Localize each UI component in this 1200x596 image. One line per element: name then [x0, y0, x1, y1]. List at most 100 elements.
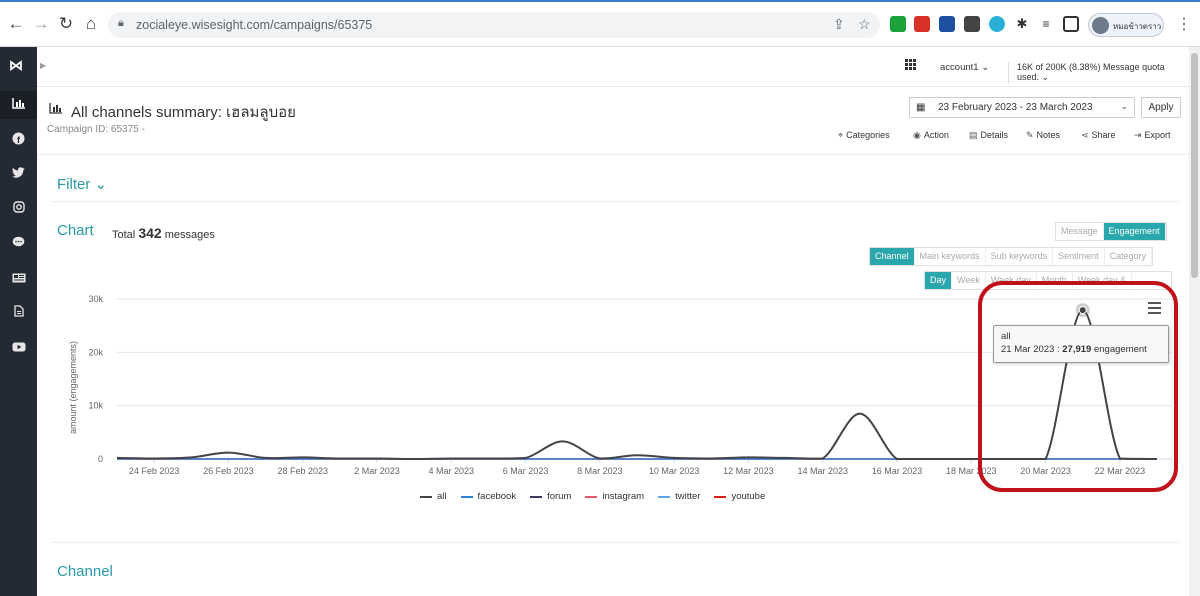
profile-chip[interactable]: หมอข้าวตราว: [1088, 13, 1164, 37]
extension-grid-icon[interactable]: [939, 16, 955, 32]
tag-icon: ⌖: [838, 130, 844, 140]
url-text: zocialeye.wisesight.com/campaigns/65375: [136, 18, 373, 32]
x-tick-label: 14 Mar 2023: [797, 466, 848, 476]
y-tick-label: 10k: [88, 401, 103, 411]
facebook-icon[interactable]: f: [10, 132, 27, 149]
legend-item-instagram[interactable]: instagram: [585, 491, 644, 502]
sidebar-expand-icon[interactable]: ▶: [40, 61, 46, 70]
extension-line-icon[interactable]: [890, 16, 906, 32]
bar-chart-icon: [49, 102, 63, 117]
lock-icon: 🔒︎: [118, 17, 124, 29]
x-tick-label: 10 Mar 2023: [649, 466, 700, 476]
forward-icon[interactable]: →: [31, 14, 51, 34]
legend-swatch: [420, 495, 432, 498]
extension-chat-icon[interactable]: [989, 16, 1005, 32]
page-title: All channels summary: เฮลมลูบอย: [71, 104, 296, 121]
browser-menu-icon[interactable]: ⋮: [1176, 14, 1192, 34]
categories-button[interactable]: ⌖ Categories: [838, 130, 890, 141]
share-button[interactable]: ⋖ Share: [1081, 130, 1116, 141]
home-icon[interactable]: ⌂: [81, 14, 101, 34]
legend-item-twitter[interactable]: twitter: [658, 491, 700, 502]
document-icon: ▤: [969, 130, 978, 140]
address-bar[interactable]: 🔒︎ zocialeye.wisesight.com/campaigns/653…: [108, 12, 880, 38]
divider: [37, 154, 1189, 155]
x-tick-label: 28 Feb 2023: [277, 466, 328, 476]
legend-item-all[interactable]: all: [420, 491, 447, 502]
filter-toggle[interactable]: Filter ⌄: [57, 175, 107, 193]
annotation-highlight: [978, 281, 1178, 492]
extensions-puzzle-icon[interactable]: ✱: [1014, 16, 1030, 32]
legend-label: twitter: [675, 491, 701, 502]
channel-toggle[interactable]: Channel: [870, 248, 915, 265]
divider: [50, 542, 1180, 543]
document-icon[interactable]: [10, 305, 27, 322]
legend-swatch: [460, 495, 473, 498]
avatar: [1092, 17, 1109, 34]
app-logo[interactable]: ⋈: [9, 57, 23, 74]
apps-grid-icon[interactable]: [905, 59, 917, 71]
action-button[interactable]: ◉ Action: [913, 130, 949, 141]
twitter-icon[interactable]: [10, 166, 27, 183]
category-toggle[interactable]: Category: [1104, 248, 1153, 265]
profile-name: หมอข้าวตราว: [1113, 22, 1162, 31]
total-prefix: Total: [112, 229, 136, 241]
x-tick-label: 2 Mar 2023: [354, 466, 400, 476]
bookmark-star-icon[interactable]: ☆: [858, 16, 871, 33]
notes-label: Notes: [1036, 130, 1061, 140]
side-panel-icon[interactable]: [1063, 16, 1079, 32]
extension-record-icon[interactable]: [914, 16, 930, 32]
extension-gear-icon[interactable]: [964, 16, 980, 32]
instagram-icon[interactable]: [10, 201, 27, 218]
back-icon[interactable]: ←: [6, 14, 26, 34]
metric-toggle: Message Engagement: [1055, 222, 1167, 241]
action-label: Action: [923, 130, 949, 140]
scrollbar-thumb[interactable]: [1191, 53, 1198, 278]
legend-swatch: [530, 495, 543, 498]
sentiment-toggle[interactable]: Sentiment: [1053, 248, 1105, 265]
categories-label: Categories: [846, 130, 890, 140]
account-dropdown[interactable]: account1 ⌄: [940, 62, 989, 73]
x-tick-label: 24 Feb 2023: [129, 466, 180, 476]
legend-item-youtube[interactable]: youtube: [714, 491, 765, 502]
x-tick-label: 8 Mar 2023: [577, 466, 623, 476]
y-tick-label: 0: [98, 454, 103, 464]
pencil-icon: ✎: [1026, 130, 1034, 140]
legend-item-forum[interactable]: forum: [530, 491, 571, 502]
campaign-id: Campaign ID: 65375 -: [47, 124, 145, 135]
media-queue-icon[interactable]: ≡: [1038, 16, 1054, 32]
date-range-picker[interactable]: ▦ 23 February 2023 - 23 March 2023 ⌄: [909, 97, 1135, 118]
details-button[interactable]: ▤ Details: [969, 130, 1008, 141]
total-messages: Total 342 messages: [112, 225, 215, 241]
share-icon: ⋖: [1081, 130, 1089, 140]
youtube-icon[interactable]: [10, 340, 27, 357]
legend-item-facebook[interactable]: facebook: [460, 491, 517, 502]
x-tick-label: 12 Mar 2023: [723, 466, 774, 476]
page-scrollbar[interactable]: [1189, 47, 1200, 596]
y-tick-label: 20k: [88, 347, 103, 357]
share-page-icon[interactable]: ⇪: [833, 16, 845, 33]
x-tick-label: 6 Mar 2023: [503, 466, 549, 476]
y-tick-label: 30k: [88, 294, 103, 304]
notes-button[interactable]: ✎ Notes: [1026, 130, 1060, 141]
sub-keywords-toggle[interactable]: Sub keywords: [985, 248, 1054, 265]
total-count: 342: [138, 225, 162, 241]
details-label: Details: [980, 130, 1009, 140]
news-icon[interactable]: [10, 271, 27, 288]
legend-swatch: [658, 495, 671, 498]
chart-legend: all facebook forum instagram twitter youtube: [420, 491, 765, 502]
play-circle-icon: ◉: [913, 130, 921, 140]
legend-label: facebook: [477, 491, 517, 502]
quota-dropdown[interactable]: 16K of 200K (8.38%) Message quota used. …: [1008, 62, 1189, 83]
apply-button[interactable]: Apply: [1141, 97, 1181, 118]
message-toggle[interactable]: Message: [1056, 223, 1104, 240]
divider: [50, 201, 1180, 202]
reload-icon[interactable]: ↻: [56, 14, 76, 34]
engagement-toggle[interactable]: Engagement: [1103, 223, 1166, 240]
export-label: Export: [1144, 130, 1171, 140]
chart-icon[interactable]: [10, 97, 27, 114]
export-button[interactable]: ⇥ Export: [1134, 130, 1171, 141]
legend-swatch: [585, 495, 598, 498]
main-keywords-toggle[interactable]: Main keywords: [914, 248, 986, 265]
chat-icon[interactable]: [10, 236, 27, 253]
legend-label: youtube: [731, 491, 766, 502]
